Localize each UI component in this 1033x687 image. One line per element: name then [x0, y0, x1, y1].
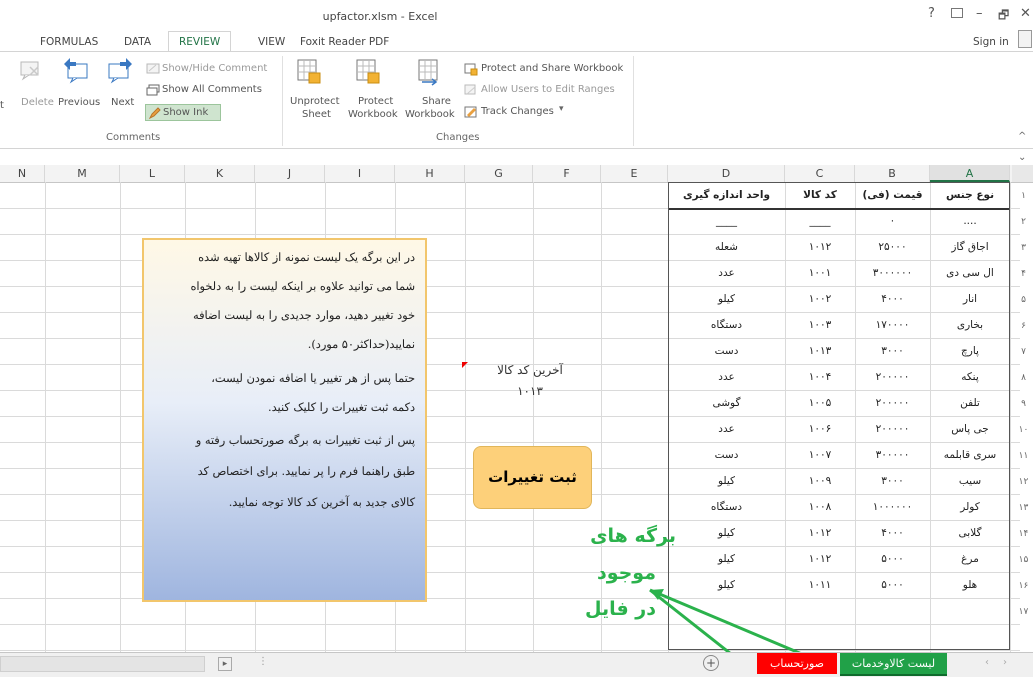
sheet-tab-bar: ▸ ⋮ + صورتحساب لیست کالاوخدمات ‹ › — [0, 652, 1033, 677]
add-sheet-button[interactable]: + — [703, 655, 719, 671]
annotation-arrows — [649, 588, 829, 667]
split-handle-icon[interactable]: ⋮ — [258, 656, 268, 667]
scroll-right-icon[interactable]: ▸ — [218, 657, 232, 671]
sheet-scroll-right-icon[interactable]: › — [1003, 657, 1007, 668]
sheet-tab-items[interactable]: لیست کالاوخدمات — [840, 653, 947, 676]
horizontal-scrollbar[interactable] — [0, 656, 205, 672]
sheet-scroll-left-icon[interactable]: ‹ — [985, 657, 989, 668]
sheet-tab-invoice[interactable]: صورتحساب — [757, 653, 837, 674]
